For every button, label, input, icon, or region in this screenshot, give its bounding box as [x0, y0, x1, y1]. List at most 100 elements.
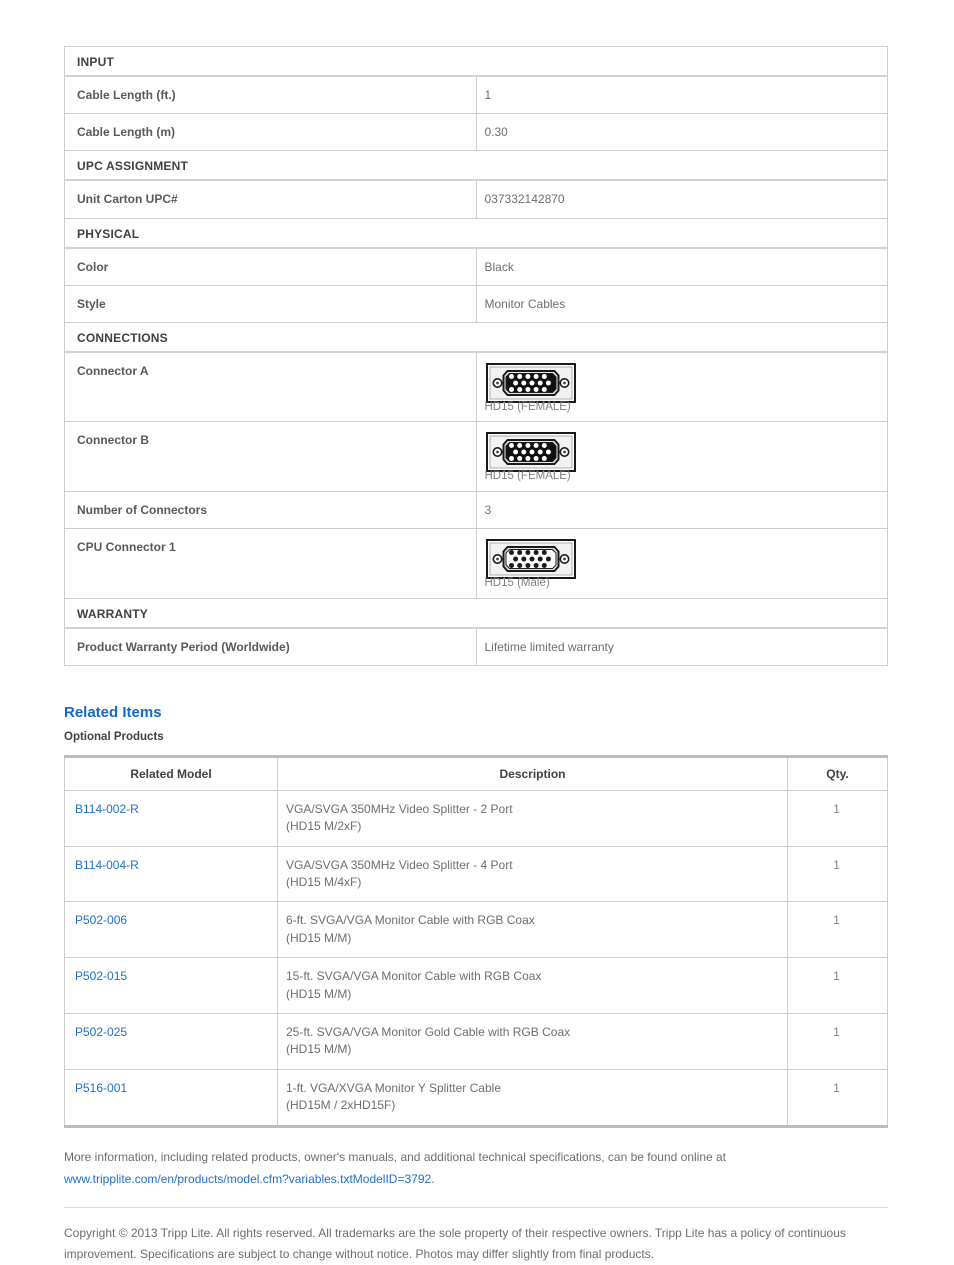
description-cell: VGA/SVGA 350MHz Video Splitter - 2 Port (… [277, 789, 788, 847]
description-line-2: (HD15 M/M) [286, 986, 352, 1001]
description-line-2: (HD15 M/4xF) [286, 875, 362, 890]
spec-row-value: 037332142870 [475, 180, 888, 219]
spec-row-label: Color [64, 247, 477, 286]
spec-row-label: Number of Connectors [64, 491, 477, 530]
description-line-1: 1-ft. VGA/XVGA Monitor Y Splitter Cable [286, 1080, 501, 1095]
related-model-link[interactable]: B114-002-R [75, 802, 139, 816]
spec-row-label: Cable Length (ft.) [64, 76, 477, 115]
spec-row-value: 3 [475, 491, 888, 530]
table-row: B114-004-R VGA/SVGA 350MHz Video Splitter… [64, 845, 888, 903]
copyright-paragraph: Copyright © 2013 Tripp Lite. All rights … [64, 1226, 846, 1262]
spec-section-spacer [476, 598, 888, 629]
spec-row-value: HD15 (FEMALE) [475, 351, 888, 423]
connector-caption: HD15 (FEMALE) [484, 470, 571, 483]
related-model-cell: B114-004-R [64, 845, 278, 903]
qty-cell: 1 [787, 789, 888, 847]
spec-section-header-row: UPC ASSIGNMENT [64, 150, 888, 182]
document-page: INPUT Cable Length (ft.) 1 Cable Length (m)… [64, 0, 888, 1265]
related-model-link[interactable]: P502-015 [75, 969, 127, 983]
spec-row-label: Unit Carton UPC# [64, 180, 477, 219]
table-row: P502-025 25-ft. SVGA/VGA Monitor Gold Cab… [64, 1012, 888, 1070]
hd15-female-connector-icon [485, 430, 577, 474]
related-items-heading: Related Items [64, 703, 162, 721]
spec-section-spacer [476, 218, 888, 249]
spec-row: Unit Carton UPC# 037332142870 [64, 180, 888, 219]
related-model-link[interactable]: P516-001 [75, 1081, 127, 1095]
more-information-text: More information, including related prod… [64, 1149, 727, 1164]
spec-row: Style Monitor Cables [64, 285, 888, 323]
description-line-1: 15-ft. SVGA/VGA Monitor Cable with RGB C… [286, 969, 542, 984]
qty-cell: 1 [787, 1068, 888, 1128]
related-model-link[interactable]: P502-025 [75, 1025, 127, 1039]
spec-row-value: 0.30 [475, 113, 888, 152]
spec-row: Cable Length (m) 0.30 [64, 113, 888, 152]
table-row: B114-002-R VGA/SVGA 350MHz Video Splitter… [64, 789, 888, 847]
spec-section-spacer [476, 46, 888, 77]
related-model-link[interactable]: B114-004-R [75, 858, 139, 872]
spec-row: Number of Connectors 3 [64, 491, 888, 530]
related-model-cell: B114-002-R [64, 789, 278, 847]
description-line-2: (HD15 M/M) [286, 930, 352, 945]
description-cell: 15-ft. SVGA/VGA Monitor Cable with RGB C… [277, 957, 788, 1014]
spec-row-label: Cable Length (m) [64, 113, 477, 152]
specifications-table: INPUT Cable Length (ft.) 1 Cable Length (m)… [64, 46, 888, 666]
connector-graphic-wrapper: HD15 (Male) [485, 537, 577, 592]
spec-row-value: Black [475, 247, 888, 286]
qty-cell: 1 [787, 957, 888, 1014]
table-row: P502-006 6-ft. SVGA/VGA Monitor Cable wit… [64, 901, 888, 959]
product-page-link[interactable]: www.tripplite.com/en/products/model.cfm?… [64, 1172, 431, 1186]
hd15-female-connector-icon [485, 361, 577, 405]
spec-row-value: HD15 (Male) [475, 528, 888, 599]
description-line-1: 6-ft. SVGA/VGA Monitor Cable with RGB Co… [286, 913, 535, 928]
spec-row-label: Product Warranty Period (Worldwide) [64, 627, 477, 666]
table-row: P502-015 15-ft. SVGA/VGA Monitor Cable wi… [64, 957, 888, 1014]
spec-section-title: PHYSICAL [64, 218, 476, 249]
description-cell: 25-ft. SVGA/VGA Monitor Gold Cable with … [277, 1012, 788, 1070]
connector-graphic-wrapper: HD15 (FEMALE) [485, 361, 577, 416]
spec-section-title: INPUT [64, 46, 476, 77]
footer-divider [64, 1207, 888, 1209]
related-model-cell: P502-025 [64, 1012, 278, 1070]
column-header-related-model: Related Model [64, 754, 278, 791]
spec-row-label: CPU Connector 1 [64, 528, 477, 599]
spec-section-header-row: CONNECTIONS [64, 322, 888, 353]
spec-section-spacer [476, 322, 888, 353]
connector-graphic-wrapper: HD15 (FEMALE) [485, 430, 577, 485]
spec-section-header-row: INPUT [64, 46, 888, 77]
description-line-2: (HD15 M/2xF) [286, 819, 362, 834]
description-cell: VGA/SVGA 350MHz Video Splitter - 4 Port (… [277, 845, 788, 903]
description-line-1: VGA/SVGA 350MHz Video Splitter - 4 Port [286, 857, 513, 872]
spec-row: Connector B HD15 (FEMALE) [64, 421, 888, 492]
description-line-1: 25-ft. SVGA/VGA Monitor Gold Cable with … [286, 1024, 571, 1039]
spec-section-header-row: PHYSICAL [64, 218, 888, 249]
hd15-male-connector-icon [485, 537, 577, 581]
related-model-link[interactable]: P502-006 [75, 913, 127, 927]
qty-cell: 1 [787, 1012, 888, 1070]
more-information-period: . [431, 1172, 435, 1187]
spec-row-label: Style [64, 285, 477, 323]
spec-row: CPU Connector 1 HD15 (Male) [64, 528, 888, 599]
related-model-cell: P502-006 [64, 901, 278, 959]
related-model-cell: P516-001 [64, 1068, 278, 1128]
related-items-table-head: Related Model Description Qty. [64, 754, 888, 791]
spec-row-value: HD15 (FEMALE) [475, 421, 888, 492]
related-items-table-body: B114-002-R VGA/SVGA 350MHz Video Splitter… [64, 789, 888, 1128]
related-items-table: Related Model Description Qty. B114-002-… [64, 754, 888, 1128]
specifications-table-body: INPUT Cable Length (ft.) 1 Cable Length (m)… [64, 46, 888, 666]
description-cell: 6-ft. SVGA/VGA Monitor Cable with RGB Co… [277, 901, 788, 959]
spec-row: Connector A HD15 (FEMALE) [64, 351, 888, 423]
spec-section-title: WARRANTY [64, 598, 476, 629]
spec-row-value: Monitor Cables [475, 285, 888, 323]
spec-section-spacer [476, 150, 888, 182]
connector-caption: HD15 (FEMALE) [484, 400, 571, 413]
spec-row-label: Connector B [64, 421, 477, 492]
qty-cell: 1 [787, 901, 888, 959]
spec-section-title: UPC ASSIGNMENT [64, 150, 476, 182]
column-header-description: Description [277, 754, 788, 791]
spec-row-label: Connector A [64, 351, 477, 423]
spec-section-title: CONNECTIONS [64, 322, 476, 353]
description-cell: 1-ft. VGA/XVGA Monitor Y Splitter Cable (… [277, 1068, 788, 1128]
spec-section-header-row: WARRANTY [64, 598, 888, 629]
description-line-2: (HD15M / 2xHD15F) [286, 1098, 396, 1113]
more-information-paragraph: More information, including related prod… [64, 1146, 888, 1192]
